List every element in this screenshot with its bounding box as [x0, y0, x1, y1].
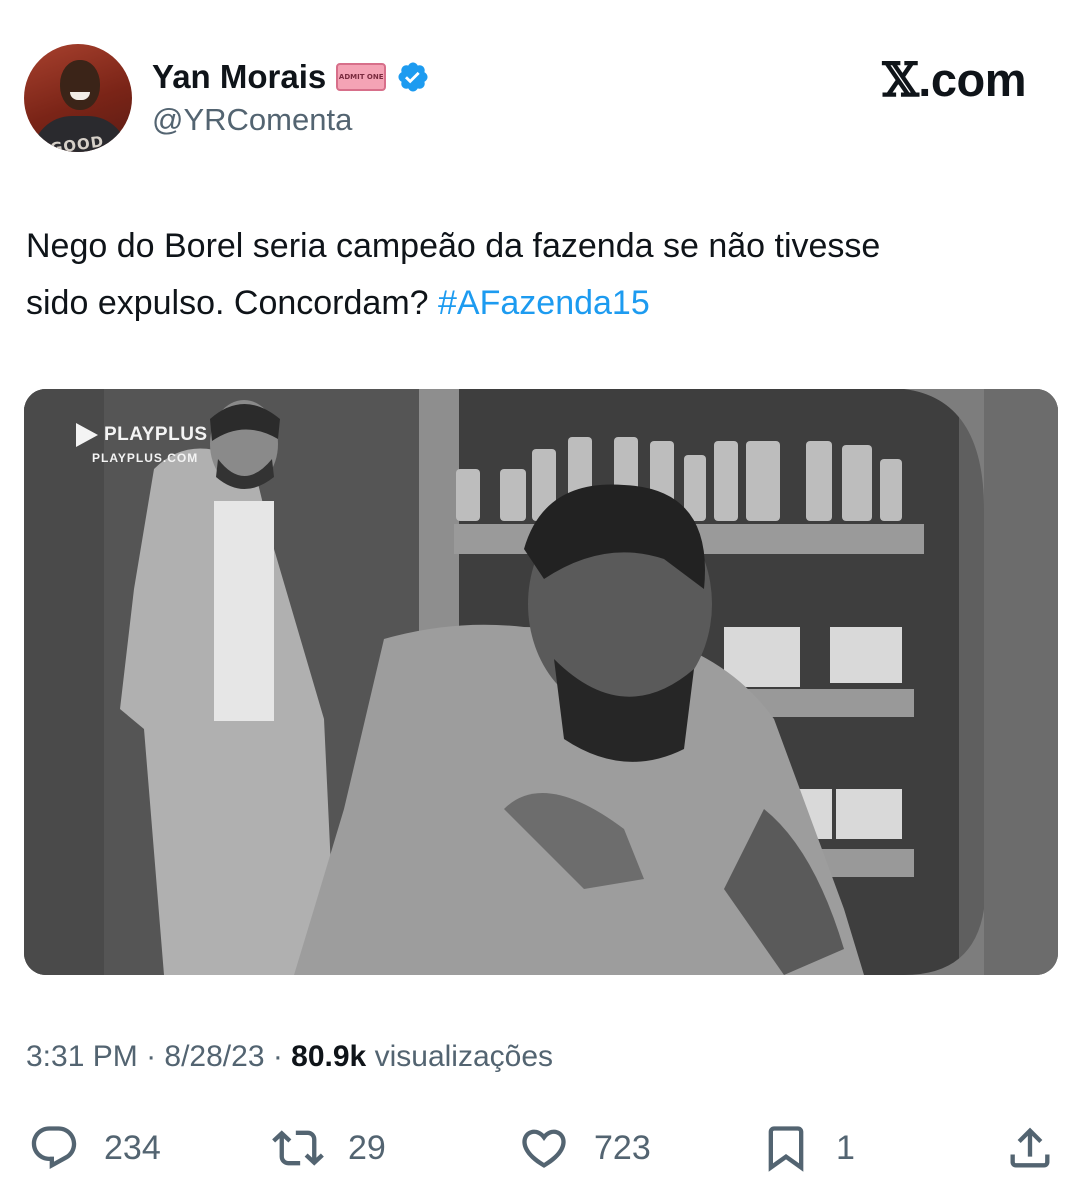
bookmark-button[interactable]: 1: [760, 1118, 855, 1178]
reply-icon: [31, 1126, 77, 1170]
tweet-text-body: sido expulso. Concordam?: [26, 284, 429, 322]
brand-domain: .com: [918, 53, 1026, 106]
heart-icon: [522, 1129, 566, 1168]
like-count: 723: [594, 1128, 651, 1167]
ticket-icon-text: ADMIT ONE: [338, 72, 384, 81]
tweet-media-image[interactable]: PLAYPLUS PLAYPLUS.COM: [24, 389, 1058, 975]
tweet-text-line-1: Nego do Borel seria campeão da fazenda s…: [26, 227, 881, 265]
hashtag-link[interactable]: #AFazenda15: [438, 284, 650, 322]
share-icon: [1010, 1127, 1050, 1168]
tweet-meta: 3:31 PM · 8/28/23 · 80.9k visualizações: [26, 1040, 554, 1073]
playplus-watermark: PLAYPLUS PLAYPLUS.COM: [76, 423, 208, 465]
tweet-actions-bar: 234 29 723 1: [0, 1118, 1082, 1178]
tweet-date[interactable]: 8/28/23: [164, 1040, 264, 1073]
avatar-face: [60, 60, 100, 110]
repost-icon: [272, 1130, 324, 1166]
tweet-text-line-2: sido expulso. Concordam? #AFazenda15: [26, 275, 1066, 332]
watermark-url: PLAYPLUS.COM: [92, 451, 199, 465]
tweet-text: Nego do Borel seria campeão da fazenda s…: [26, 218, 1066, 332]
like-button[interactable]: 723: [518, 1118, 651, 1178]
play-icon: [76, 423, 98, 447]
repost-button[interactable]: 29: [272, 1118, 386, 1178]
watermark-brand: PLAYPLUS: [104, 424, 208, 445]
repost-count: 29: [348, 1128, 386, 1167]
views-count: 80.9k: [291, 1040, 367, 1073]
brand-logo: 𝕏.com: [882, 52, 1026, 108]
verified-badge-icon: [398, 62, 428, 92]
author-handle[interactable]: @YRComenta: [152, 102, 352, 138]
x-logo-icon: 𝕏: [882, 53, 919, 108]
avatar[interactable]: GOOD: [24, 44, 132, 152]
media-scene: [24, 389, 1058, 975]
reply-count: 234: [104, 1128, 161, 1167]
ticket-icon: ADMIT ONE: [336, 63, 387, 91]
bookmark-icon: [768, 1126, 804, 1172]
author-name-row: Yan Morais ADMIT ONE: [152, 55, 430, 99]
share-button[interactable]: [1004, 1118, 1056, 1178]
author-display-name[interactable]: Yan Morais: [152, 58, 326, 96]
bookmark-count: 1: [836, 1128, 855, 1167]
tweet-time[interactable]: 3:31 PM: [26, 1040, 138, 1073]
reply-button[interactable]: 234: [28, 1118, 161, 1178]
views-label: visualizações: [374, 1040, 554, 1073]
